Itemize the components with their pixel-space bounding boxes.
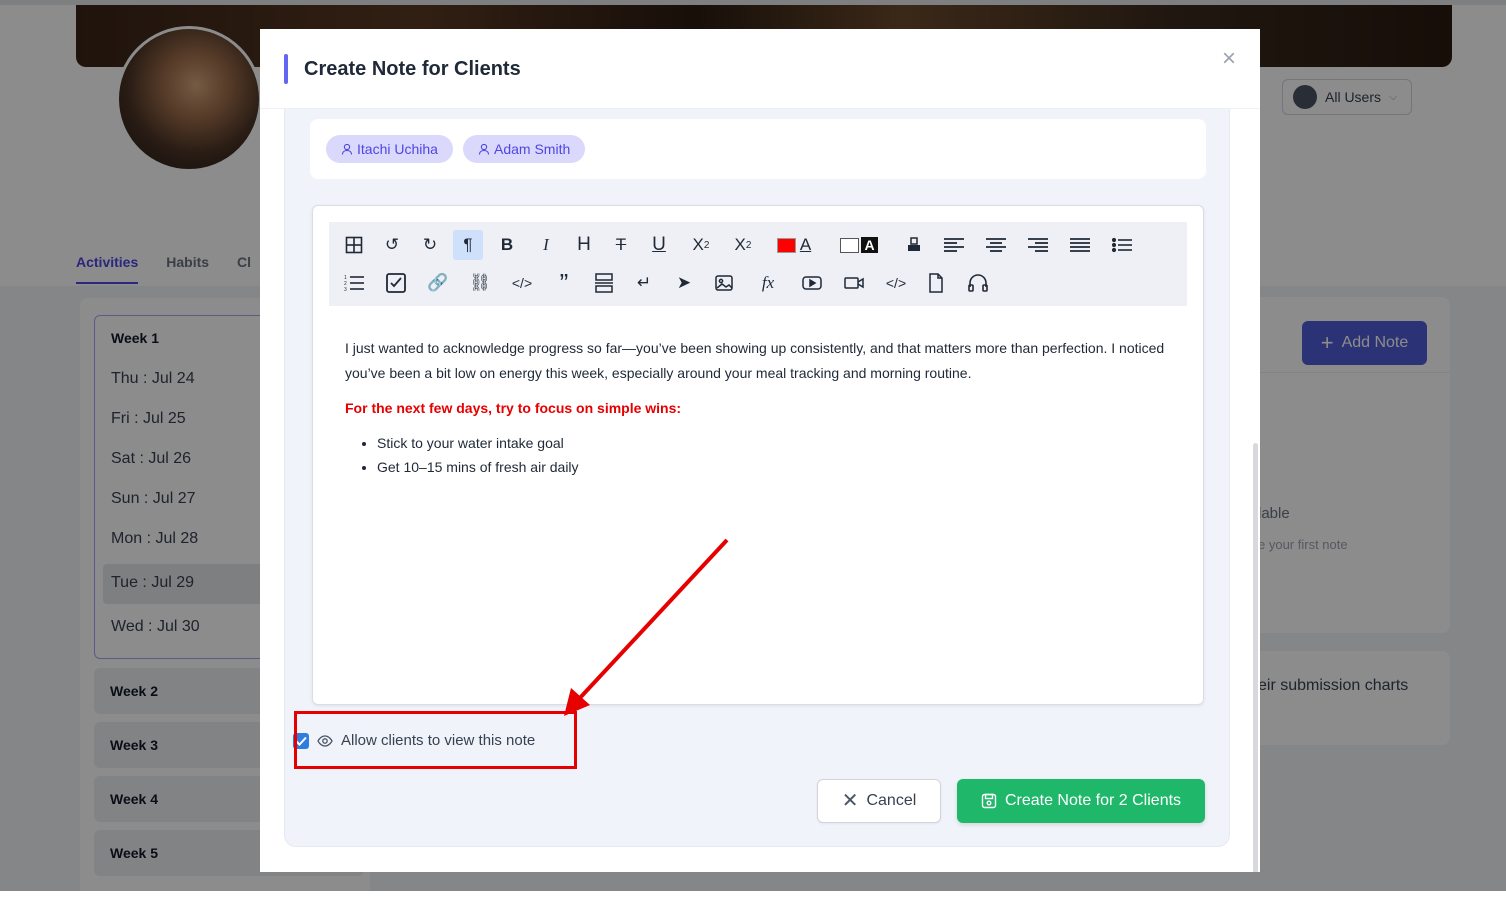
heading-icon[interactable]: H xyxy=(569,230,599,260)
redo-icon[interactable]: ↻ xyxy=(415,230,445,260)
close-icon[interactable]: × xyxy=(1222,47,1236,71)
underline-icon[interactable]: U xyxy=(644,230,674,260)
youtube-icon[interactable] xyxy=(797,268,827,298)
checklist-icon[interactable] xyxy=(381,268,411,298)
svg-text:3: 3 xyxy=(344,287,347,292)
modal-scrollbar[interactable] xyxy=(1253,443,1258,872)
horizontal-rule-icon[interactable] xyxy=(589,268,619,298)
font-color-icon[interactable]: A xyxy=(773,230,815,260)
link-icon[interactable]: 🔗 xyxy=(423,268,453,298)
unlink-icon[interactable]: ⛓ xyxy=(465,268,495,298)
italic-icon[interactable]: I xyxy=(531,230,561,260)
video-icon[interactable] xyxy=(839,268,869,298)
list-item: Get 10–15 mins of fresh air daily xyxy=(377,455,1175,479)
note-highlight: For the next few days, try to focus on s… xyxy=(345,400,682,416)
align-right-icon[interactable] xyxy=(1023,230,1053,260)
cancel-label: Cancel xyxy=(866,792,917,809)
note-bullet-list: Stick to your water intake goal Get 10–1… xyxy=(345,431,1175,479)
modal-title: Create Note for Clients xyxy=(304,58,521,80)
highlight-color-icon[interactable]: A xyxy=(835,230,883,260)
create-note-label: Create Note for 2 Clients xyxy=(1004,792,1182,809)
subscript-icon[interactable]: X2 xyxy=(686,230,716,260)
paragraph-icon[interactable]: ¶ xyxy=(453,230,483,260)
title-accent-bar xyxy=(284,54,288,84)
attachment-icon[interactable] xyxy=(921,268,951,298)
embed-code-icon[interactable]: </> xyxy=(881,268,911,298)
list-item: Stick to your water intake goal xyxy=(377,431,1175,455)
remove-format-icon[interactable] xyxy=(899,230,929,260)
save-icon xyxy=(981,793,997,809)
cancel-button[interactable]: ✕ Cancel xyxy=(817,779,941,823)
editor-toolbar: ↺ ↻ ¶ B I H T U X2 X2 A A 123 🔗 ⛓ </> ” … xyxy=(329,222,1187,306)
note-paragraph: I just wanted to acknowledge progress so… xyxy=(345,340,1165,381)
close-icon: ✕ xyxy=(841,790,859,812)
audio-icon[interactable] xyxy=(963,268,993,298)
send-icon[interactable]: ➤ xyxy=(669,268,699,298)
strikethrough-icon[interactable]: T xyxy=(606,230,636,260)
superscript-icon[interactable]: X2 xyxy=(728,230,758,260)
recipients-box: Itachi Uchiha Adam Smith xyxy=(310,119,1206,179)
align-justify-icon[interactable] xyxy=(1065,230,1095,260)
rich-text-editor[interactable]: ↺ ↻ ¶ B I H T U X2 X2 A A 123 🔗 ⛓ </> ” … xyxy=(312,205,1204,705)
create-note-button[interactable]: Create Note for 2 Clients xyxy=(957,779,1205,823)
editor-content[interactable]: I just wanted to acknowledge progress so… xyxy=(345,336,1175,479)
bold-icon[interactable]: B xyxy=(492,230,522,260)
highlight-swatch xyxy=(840,237,860,253)
font-color-swatch xyxy=(776,237,796,253)
bullet-list-icon[interactable] xyxy=(1107,230,1137,260)
line-break-icon[interactable]: ↵ xyxy=(629,268,659,298)
undo-icon[interactable]: ↺ xyxy=(377,230,407,260)
formula-icon[interactable]: fx xyxy=(753,268,783,298)
user-icon xyxy=(478,143,490,155)
modal-header: Create Note for Clients × xyxy=(260,29,1260,109)
blockquote-icon[interactable]: ” xyxy=(549,268,579,298)
annotation-highlight-box xyxy=(294,711,577,769)
table-icon[interactable] xyxy=(339,230,369,260)
recipient-chip[interactable]: Adam Smith xyxy=(463,135,586,163)
code-icon[interactable]: </> xyxy=(507,268,537,298)
recipient-name: Itachi Uchiha xyxy=(357,141,438,157)
align-left-icon[interactable] xyxy=(939,230,969,260)
recipient-chip[interactable]: Itachi Uchiha xyxy=(326,135,453,163)
align-center-icon[interactable] xyxy=(981,230,1011,260)
user-icon xyxy=(341,143,353,155)
image-icon[interactable] xyxy=(709,268,739,298)
recipient-name: Adam Smith xyxy=(494,141,571,157)
ordered-list-icon[interactable]: 123 xyxy=(339,268,369,298)
